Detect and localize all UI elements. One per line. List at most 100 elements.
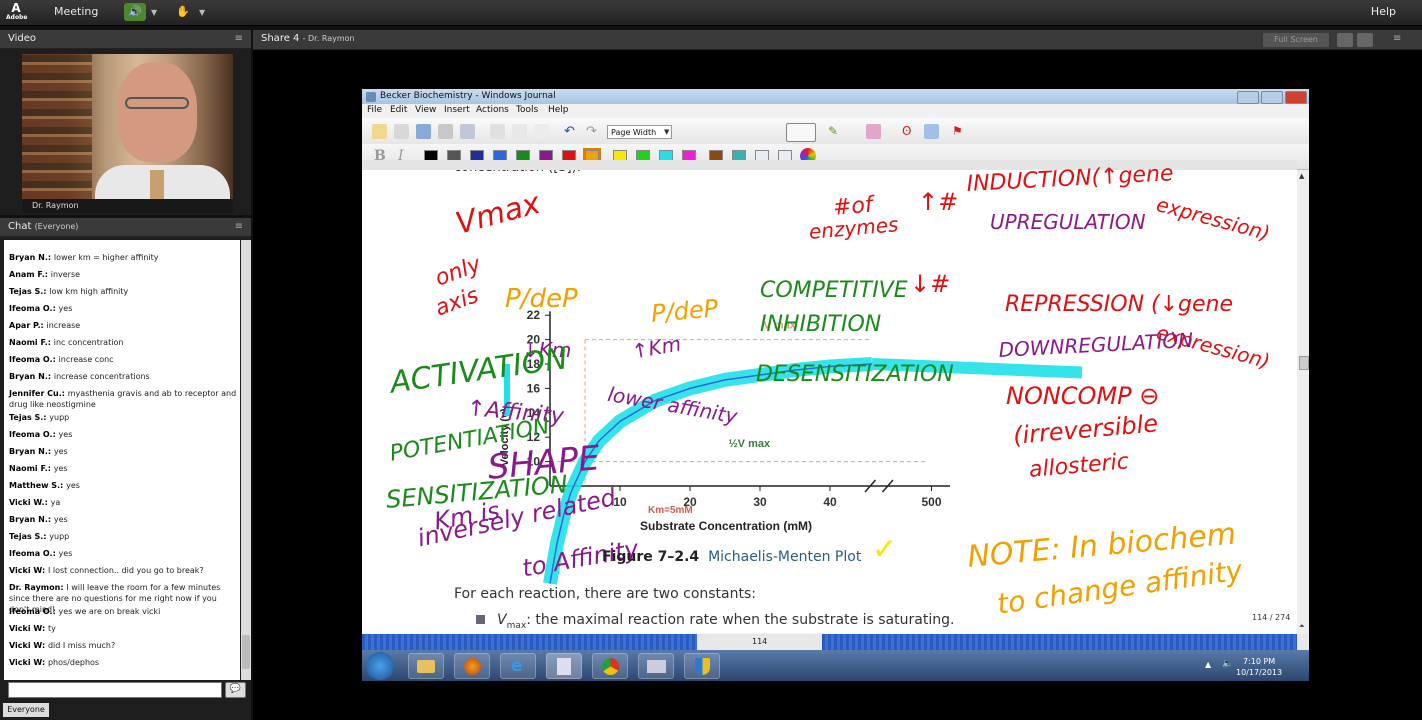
menu-view[interactable]: View <box>415 105 436 115</box>
flag-icon[interactable]: ⚑ <box>952 124 967 139</box>
chrome-icon[interactable] <box>592 653 628 679</box>
close-button[interactable] <box>1285 91 1307 104</box>
send-message-button[interactable]: 💬 <box>225 682 246 698</box>
cut-icon[interactable] <box>490 124 505 139</box>
chat-input[interactable] <box>8 682 222 698</box>
menu-edit[interactable]: Edit <box>390 105 407 115</box>
share-pod-title: Share 4 <box>261 33 300 44</box>
journal-app-icon <box>366 92 376 102</box>
chat-scrollbar[interactable] <box>241 240 251 680</box>
redo-icon[interactable]: ↷ <box>586 124 601 139</box>
find-icon[interactable] <box>460 124 475 139</box>
hand-raise-icon[interactable]: ✋ <box>176 5 190 19</box>
lasso-select-icon[interactable]: ʘ <box>902 124 917 139</box>
x-tick-label: 40 <box>823 495 837 509</box>
menu-help[interactable]: Help <box>548 105 569 115</box>
bullet-icon <box>476 615 485 624</box>
pod-menu-icon[interactable]: ≡ <box>235 30 243 48</box>
meeting-menu[interactable]: Meeting <box>46 4 106 20</box>
eraser-icon[interactable] <box>866 124 881 139</box>
open-icon[interactable] <box>394 124 409 139</box>
menu-actions[interactable]: Actions <box>476 105 509 115</box>
start-button-icon[interactable] <box>366 652 394 680</box>
chat-sender: Tejas S.: <box>9 287 50 296</box>
chat-sender: Naomi F.: <box>9 464 54 473</box>
chat-sender: Vicki W: <box>9 566 48 575</box>
page-up-icon[interactable]: ⏶ <box>1299 622 1305 631</box>
chat-message: Ifeoma O.: yes <box>9 429 237 440</box>
journal-taskbar-icon[interactable] <box>546 653 582 679</box>
menu-file[interactable]: File <box>367 105 382 115</box>
paste-icon[interactable] <box>534 124 549 139</box>
vertical-scrollbar[interactable]: ▲ ⏶ ⏷ <box>1297 170 1309 650</box>
chat-text: inc concentration <box>53 338 124 347</box>
explorer-icon[interactable] <box>408 653 444 679</box>
status-dropdown-icon[interactable]: ▼ <box>199 8 205 17</box>
insert-space-icon[interactable] <box>924 124 939 139</box>
page-scrollbar[interactable] <box>362 634 1309 650</box>
undo-icon[interactable]: ↶ <box>564 124 579 139</box>
page-indicator: 114 / 274 <box>1252 613 1291 622</box>
chat-message: Ifeoma O.: yes <box>9 303 237 314</box>
firefox-icon[interactable] <box>454 653 490 679</box>
page-bar-left[interactable] <box>362 634 697 650</box>
chat-message: Naomi F.: yes <box>9 463 237 474</box>
x-tick-label: 500 <box>921 495 941 509</box>
volume-tray-icon[interactable]: 🔈 <box>1222 659 1233 669</box>
page-bar-right[interactable] <box>822 634 1297 650</box>
chat-text: yes <box>58 430 73 439</box>
system-clock[interactable]: 7:10 PM 10/17/2013 <box>1236 656 1282 678</box>
ink-annotation: ↓# <box>910 270 951 298</box>
speaker-icon[interactable]: 🔊 <box>124 3 146 21</box>
chat-sender: Bryan N.: <box>9 515 54 524</box>
chat-text: increase <box>46 321 81 330</box>
zoom-select[interactable]: Page Width <box>607 125 672 139</box>
send-email-icon[interactable] <box>438 124 453 139</box>
chat-sender: Apar P.: <box>9 321 47 330</box>
chat-sender: Ifeoma O.: <box>9 355 59 364</box>
vertical-scroll-thumb[interactable] <box>1299 356 1309 370</box>
new-note-icon[interactable] <box>372 124 387 139</box>
full-screen-button[interactable]: Full Screen <box>1263 33 1329 47</box>
pod-menu-icon[interactable]: ≡ <box>235 218 243 236</box>
checkmark-icon: ✓ <box>872 532 898 567</box>
chat-text: yupp <box>49 413 70 422</box>
maximize-button[interactable] <box>1261 91 1283 104</box>
half-vmax-label: ½V max <box>729 438 771 450</box>
chat-recipient-select[interactable]: Everyone <box>3 703 49 717</box>
copy-icon[interactable] <box>512 124 527 139</box>
vmax-definition-text: : the maximal reaction rate when the sub… <box>526 612 955 628</box>
tray-chevron-icon[interactable]: ▲ <box>1205 660 1211 669</box>
minimize-button[interactable] <box>1237 91 1259 104</box>
internet-explorer-icon[interactable]: e <box>500 653 536 679</box>
chat-message: Apar P.: increase <box>9 320 237 331</box>
chevron-down-icon[interactable]: ▼ <box>664 128 669 136</box>
journal-menu-bar: File Edit View Insert Actions Tools Help <box>362 104 1309 118</box>
pen-tool-icon[interactable] <box>786 123 816 142</box>
menu-tools[interactable]: Tools <box>516 105 538 115</box>
vmax-subscript: max <box>506 620 527 631</box>
security-shield-icon[interactable] <box>684 653 720 679</box>
clock-date: 10/17/2013 <box>1236 668 1283 677</box>
pod-menu-icon[interactable]: ≡ <box>1393 33 1401 44</box>
save-icon[interactable] <box>416 124 431 139</box>
scroll-up-icon[interactable]: ▲ <box>1299 172 1304 180</box>
chat-message-list[interactable]: Bryan N.: lower km = higher affinity Anam… <box>4 240 240 680</box>
speaker-dropdown-icon[interactable]: ▼ <box>151 8 157 17</box>
menu-insert[interactable]: Insert <box>444 105 470 115</box>
chat-sender: Vicki W: <box>9 624 48 633</box>
help-menu[interactable]: Help <box>1371 5 1396 18</box>
highlighter-icon[interactable]: ✎ <box>828 124 843 139</box>
ink-annotation: UPREGULATION <box>990 210 1146 234</box>
chat-text: inverse <box>50 270 81 279</box>
view-mode-icon[interactable] <box>1357 33 1373 47</box>
chat-sender: Bryan N.: <box>9 253 54 262</box>
glasses <box>125 97 189 109</box>
chat-sender: Dr. Raymon: <box>9 583 67 592</box>
journal-toolbar: ↶ ↷ ✎ ʘ ⚑ <box>362 118 1309 144</box>
chat-scroll-thumb[interactable] <box>242 635 250 669</box>
network-app-icon[interactable] <box>638 653 674 679</box>
view-mode-icon[interactable] <box>1337 33 1353 47</box>
figure-caption: Figure 7–2.4 Michaelis-Menten Plot <box>602 549 861 565</box>
chat-sender: Anam F.: <box>9 270 51 279</box>
